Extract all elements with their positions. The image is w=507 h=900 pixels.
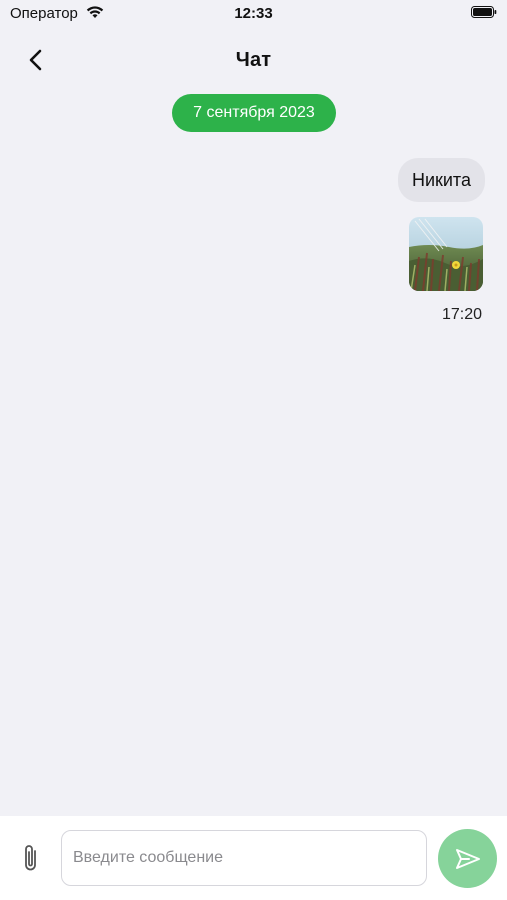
battery-icon xyxy=(471,6,497,18)
status-time: 12:33 xyxy=(234,5,273,22)
page-title: Чат xyxy=(235,49,272,71)
nav-bar: Чат xyxy=(0,40,507,80)
status-bar: Оператор 12:33 xyxy=(0,0,507,28)
composer-bar xyxy=(0,816,507,900)
attach-button[interactable] xyxy=(18,842,44,874)
message-timestamp: 17:20 xyxy=(441,306,482,323)
paperclip-icon xyxy=(25,845,36,871)
message-bubble[interactable]: Никита xyxy=(397,158,485,202)
date-badge: 7 сентября 2023 xyxy=(172,94,336,132)
send-icon xyxy=(455,848,480,869)
photo-thumbnail[interactable] xyxy=(409,217,483,291)
photo-image xyxy=(409,217,483,291)
send-button[interactable] xyxy=(438,829,497,888)
message-input[interactable] xyxy=(61,830,427,886)
